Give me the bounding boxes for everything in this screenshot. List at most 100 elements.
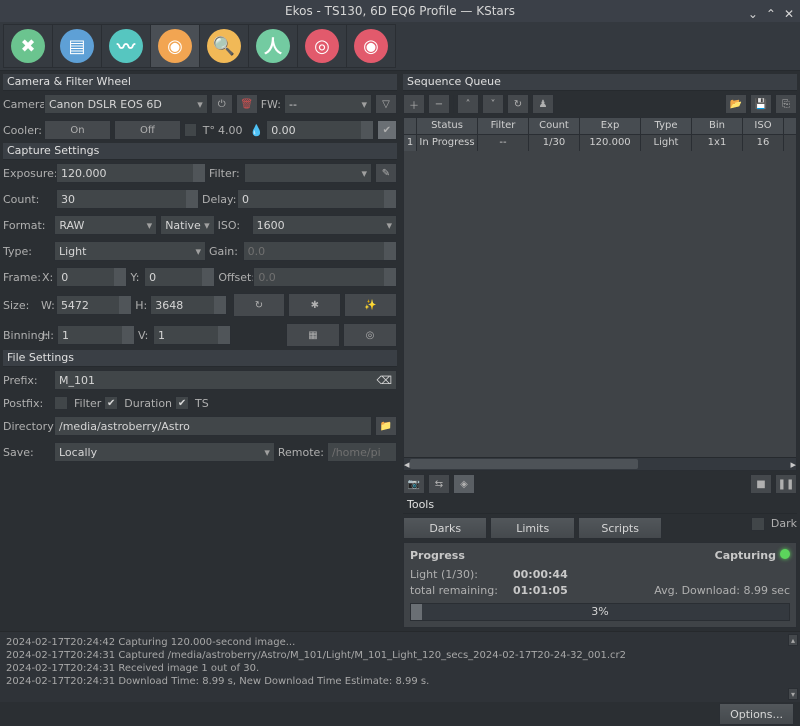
camera-combo[interactable]: Canon DSLR EOS 6D — [44, 94, 208, 114]
table-row[interactable]: 1 In Progress -- 1/30 120.000 Light 1x1 … — [404, 135, 796, 151]
preview-photo-button[interactable]: 📷 — [403, 474, 425, 494]
bin-h-spin[interactable]: 1 — [57, 325, 135, 345]
limits-button[interactable]: Limits — [490, 517, 574, 539]
record-icon: ◎ — [366, 330, 375, 341]
dark-checkbox[interactable] — [751, 517, 765, 531]
log-scrollbar[interactable]: ▴▾ — [788, 634, 798, 700]
save-icon: 💾 — [755, 99, 767, 110]
save-combo[interactable]: Locally — [54, 442, 275, 462]
minimize-icon[interactable]: ⌄ — [748, 3, 758, 25]
calendar-icon: ▤ — [68, 36, 85, 57]
analyze-tab[interactable]: 〰 — [101, 24, 150, 68]
dir-input[interactable]: /media/astroberry/Astro — [54, 416, 372, 436]
loop-icon: ⇆ — [435, 479, 443, 490]
queue-down-button[interactable]: ˅ — [482, 94, 504, 114]
filter-button[interactable]: ▽ — [375, 94, 397, 114]
capture-tab[interactable]: ◉ — [150, 24, 199, 68]
gain-spin[interactable]: 0.0 — [243, 241, 397, 261]
queue-hscroll[interactable]: ◂▸ — [404, 457, 796, 470]
queue-save-button[interactable]: 💾 — [750, 94, 772, 114]
stop-button[interactable]: ■ — [750, 474, 772, 494]
log-panel: 2024-02-17T20:24:42 Capturing 120.000-se… — [0, 631, 800, 702]
loop-toggle-button[interactable]: ⇆ — [428, 474, 450, 494]
pause-button[interactable]: ❚❚ — [775, 474, 797, 494]
camera-icon: ◉ — [167, 36, 183, 57]
filter-label: Filter: — [209, 167, 241, 180]
auto-button[interactable]: ✨ — [344, 293, 397, 317]
log-line: 2024-02-17T20:24:31 Received image 1 out… — [6, 662, 794, 675]
postfix-duration-chk[interactable]: ✔ — [104, 396, 118, 410]
type-combo[interactable]: Light — [54, 241, 206, 261]
humidity-spin[interactable]: 0.00 — [266, 120, 374, 140]
native-combo[interactable]: Native — [160, 215, 214, 235]
queue-reset-button[interactable]: ↻ — [507, 94, 529, 114]
queue-table[interactable]: Status Filter Count Exp Type Bin ISO 1 I… — [403, 117, 797, 471]
cooler-off-button[interactable]: Off — [114, 120, 181, 140]
preview-button[interactable]: ✔ — [377, 120, 397, 140]
guide-tab[interactable]: ◎ — [297, 24, 346, 68]
offset-spin[interactable]: 0.0 — [253, 267, 397, 287]
size-h-label: H: — [135, 299, 147, 312]
postfix-ts-chk[interactable]: ✔ — [175, 396, 189, 410]
queue-observer-button[interactable]: ♟ — [532, 94, 554, 114]
queue-hdr-bin[interactable]: Bin — [692, 118, 743, 134]
mount-tab[interactable]: ◉ — [346, 24, 396, 68]
queue-hdr-iso[interactable]: ISO — [743, 118, 784, 134]
size-label: Size: — [3, 299, 38, 312]
queue-add-button[interactable]: ＋ — [403, 94, 425, 114]
maximize-icon[interactable]: ⌃ — [766, 3, 776, 25]
postfix-label: Postfix: — [3, 397, 51, 410]
queue-hdr-filter[interactable]: Filter — [478, 118, 529, 134]
clear-icon[interactable]: ⌫ — [376, 374, 392, 387]
live-button[interactable]: ◈ — [453, 474, 475, 494]
calibration-button[interactable]: ✱ — [288, 293, 341, 317]
queue-up-button[interactable]: ˄ — [457, 94, 479, 114]
log-line: 2024-02-17T20:24:42 Capturing 120.000-se… — [6, 636, 794, 649]
filter-combo[interactable] — [244, 163, 372, 183]
type-label: Type: — [3, 245, 51, 258]
queue-hdr-type[interactable]: Type — [641, 118, 692, 134]
cooler-on-button[interactable]: On — [44, 120, 111, 140]
size-h-spin[interactable]: 3648 — [150, 295, 226, 315]
loop-button[interactable]: ◎ — [343, 323, 397, 347]
close-icon[interactable]: ✕ — [784, 3, 794, 25]
count-spin[interactable]: 30 — [56, 189, 199, 209]
temp-checkbox[interactable] — [184, 123, 197, 137]
queue-hdr-exp[interactable]: Exp — [580, 118, 641, 134]
browse-button[interactable]: 📁 — [375, 416, 397, 436]
prefix-input[interactable]: M_101⌫ — [54, 370, 397, 390]
rotator-button[interactable]: ▦ — [286, 323, 340, 347]
power-button[interactable]: ⏻ — [211, 94, 233, 114]
darks-button[interactable]: Darks — [403, 517, 487, 539]
light-label: Light (1/30): — [410, 568, 510, 581]
queue-hdr-count[interactable]: Count — [529, 118, 580, 134]
queue-remove-button[interactable]: − — [428, 94, 450, 114]
postfix-filter-chk[interactable] — [54, 396, 68, 410]
reset-frame-button[interactable]: ↻ — [233, 293, 286, 317]
queue-open-button[interactable]: 📂 — [725, 94, 747, 114]
setup-tab[interactable]: ✖ — [3, 24, 52, 68]
format-combo[interactable]: RAW — [54, 215, 157, 235]
scripts-button[interactable]: Scripts — [578, 517, 662, 539]
queue-saveas-button[interactable]: ⎘ — [775, 94, 797, 114]
frame-x-label: X: — [42, 271, 53, 284]
frame-x-spin[interactable]: 0 — [56, 267, 127, 287]
exposure-label: Exposure: — [3, 167, 53, 180]
delay-spin[interactable]: 0 — [237, 189, 397, 209]
bin-v-spin[interactable]: 1 — [153, 325, 231, 345]
options-button[interactable]: Options... — [719, 703, 794, 725]
size-w-spin[interactable]: 5472 — [56, 295, 132, 315]
format-label: Format: — [3, 219, 51, 232]
edit-filter-button[interactable]: ✎ — [375, 163, 397, 183]
frame-y-spin[interactable]: 0 — [144, 267, 215, 287]
progress-bar: 3% — [410, 603, 790, 621]
scheduler-tab[interactable]: ▤ — [52, 24, 101, 68]
cooler-label: Cooler: — [3, 124, 41, 137]
queue-hdr-status[interactable]: Status — [417, 118, 478, 134]
fw-combo[interactable]: -- — [284, 94, 372, 114]
focus-tab[interactable]: 🔍 — [199, 24, 248, 68]
align-tab[interactable]: 人 — [248, 24, 297, 68]
delete-button[interactable]: 🗑 — [236, 94, 258, 114]
exposure-spin[interactable]: 120.000 — [56, 163, 206, 183]
iso-combo[interactable]: 1600 — [252, 215, 397, 235]
